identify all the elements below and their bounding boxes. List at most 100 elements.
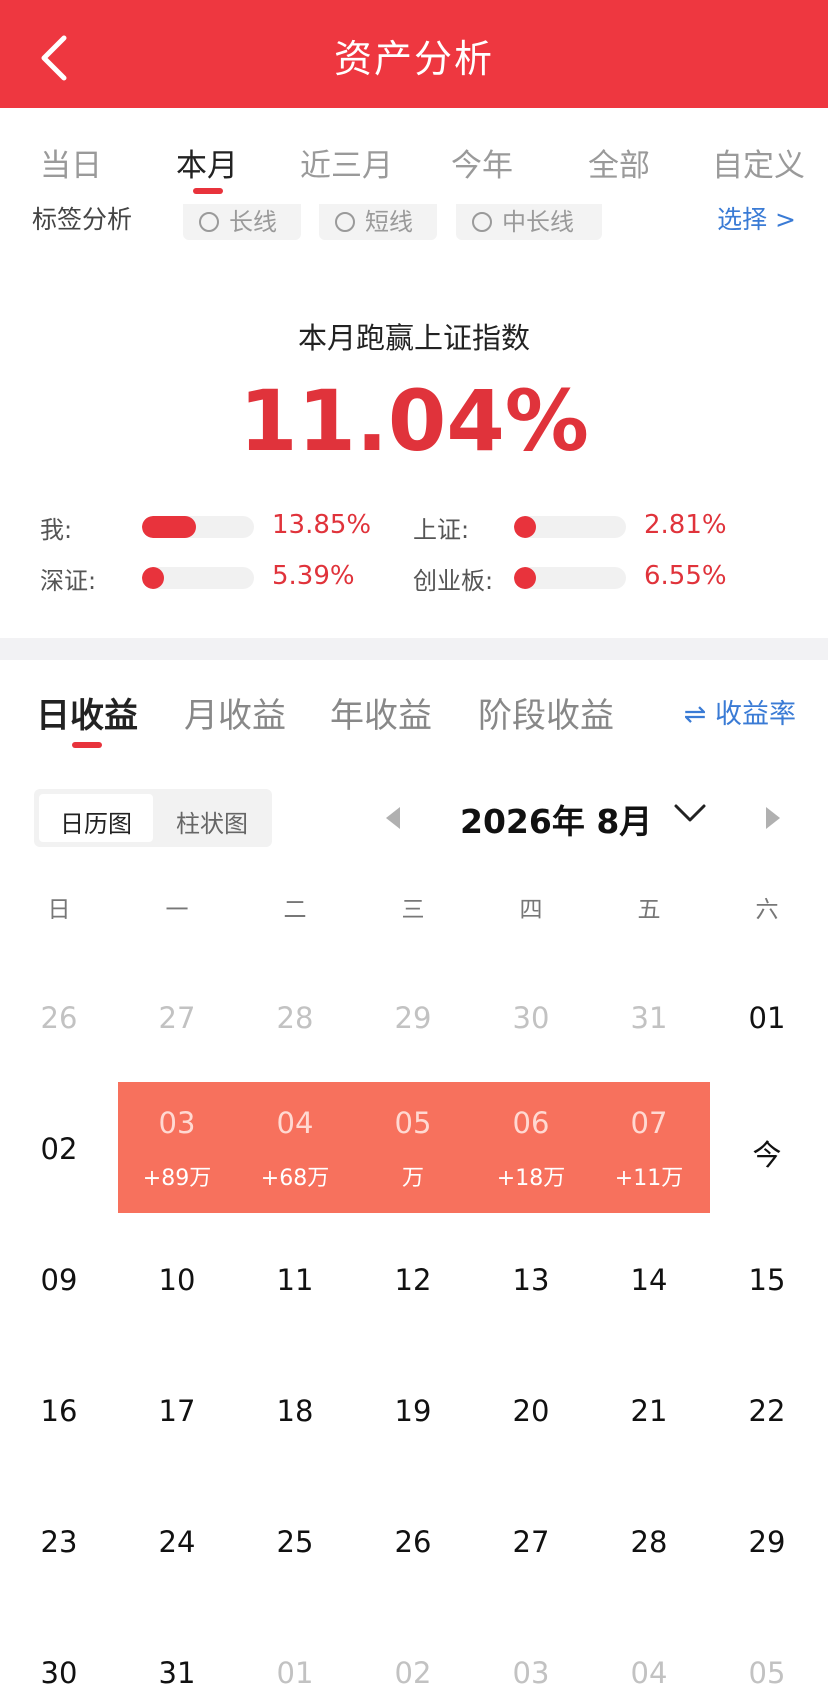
tab-three-months[interactable]: 近三月 [300, 140, 393, 185]
calendar-day[interactable]: 18 [236, 1352, 354, 1483]
calendar-day[interactable]: 21 [590, 1352, 708, 1483]
calendar-day[interactable]: 28 [590, 1483, 708, 1614]
calendar-day[interactable]: 23 [0, 1483, 118, 1614]
day-number: 05 [394, 1106, 432, 1140]
tab-this-year[interactable]: 今年 [451, 140, 513, 185]
weekday-label: 一 [165, 897, 189, 923]
calendar-view-button[interactable]: 日历图 [39, 794, 153, 842]
day-number: 30 [512, 1001, 550, 1035]
calendar-day[interactable]: 31 [590, 959, 708, 1090]
calendar-day[interactable]: 28 [236, 959, 354, 1090]
day-gain: 万 [401, 1166, 424, 1191]
calendar-day[interactable]: 30 [472, 959, 590, 1090]
comparison-bar-fill [514, 516, 536, 538]
day-number: 11 [276, 1263, 314, 1297]
tag-chip-label: 长线 [229, 208, 277, 236]
comparison-label-shanghai: 上证: [413, 516, 470, 544]
day-number: 01 [276, 1656, 314, 1690]
radio-icon [335, 212, 355, 232]
calendar-day[interactable]: 03 +89万 [118, 1090, 236, 1221]
day-number: 20 [512, 1394, 550, 1428]
calendar-day[interactable]: 14 [590, 1221, 708, 1352]
tab-custom[interactable]: 自定义 [712, 140, 805, 185]
calendar-day[interactable]: 11 [236, 1221, 354, 1352]
calendar-day[interactable]: 01 [236, 1614, 354, 1699]
calendar-day[interactable]: 09 [0, 1221, 118, 1352]
calendar-day[interactable]: 12 [354, 1221, 472, 1352]
day-number: 10 [158, 1263, 196, 1297]
comparison-bar-fill [514, 567, 536, 589]
radio-icon [472, 212, 492, 232]
bar-view-button[interactable]: 柱状图 [156, 794, 268, 842]
month-label[interactable]: 2026年 8月 [460, 795, 652, 843]
calendar-day[interactable]: 今 [708, 1090, 826, 1221]
calendar-day[interactable]: 07 +11万 [590, 1090, 708, 1221]
tab-daily-income[interactable]: 日收益 [36, 688, 138, 737]
day-number: 22 [748, 1394, 786, 1428]
calendar-day[interactable]: 27 [118, 959, 236, 1090]
calendar-day[interactable]: 16 [0, 1352, 118, 1483]
tab-all[interactable]: 全部 [588, 140, 650, 185]
chevron-down-icon[interactable] [672, 800, 708, 826]
day-number: 31 [630, 1001, 668, 1035]
calendar-day[interactable]: 27 [472, 1483, 590, 1614]
day-number: 25 [276, 1525, 314, 1559]
calendar-day[interactable]: 02 [0, 1090, 118, 1221]
day-gain: +11万 [614, 1166, 684, 1191]
day-number: 24 [158, 1525, 196, 1559]
view-toggle: 日历图 柱状图 [34, 789, 272, 847]
day-number: 28 [630, 1525, 668, 1559]
prev-month-icon[interactable] [386, 807, 400, 829]
calendar-day[interactable]: 31 [118, 1614, 236, 1699]
comparison-value-me: 13.85% [272, 510, 372, 540]
next-month-icon[interactable] [766, 807, 780, 829]
tab-yearly-income[interactable]: 年收益 [330, 688, 432, 737]
comparison-value-shanghai: 2.81% [644, 510, 727, 540]
calendar-day[interactable]: 06 +18万 [472, 1090, 590, 1221]
calendar-day[interactable]: 29 [354, 959, 472, 1090]
yield-rate-link[interactable]: ⇌ 收益率 [684, 692, 796, 731]
day-number: 06 [512, 1106, 550, 1140]
tag-chip-label: 中长线 [502, 208, 574, 236]
calendar-day[interactable]: 04 [590, 1614, 708, 1699]
tab-today[interactable]: 当日 [40, 140, 102, 185]
day-number: 02 [40, 1132, 78, 1166]
calendar-day[interactable]: 19 [354, 1352, 472, 1483]
weekday-label: 五 [637, 897, 661, 923]
calendar-day[interactable]: 29 [708, 1483, 826, 1614]
day-number: 19 [394, 1394, 432, 1428]
day-number: 31 [158, 1656, 196, 1690]
calendar-day[interactable]: 02 [354, 1614, 472, 1699]
tab-monthly-income[interactable]: 月收益 [184, 688, 286, 737]
calendar-day[interactable]: 20 [472, 1352, 590, 1483]
calendar-day[interactable]: 05 万 [354, 1090, 472, 1221]
tab-period-income[interactable]: 阶段收益 [478, 688, 614, 737]
tag-select-link[interactable]: 选择 > [717, 204, 796, 236]
calendar-day[interactable]: 05 [708, 1614, 826, 1699]
calendar-day[interactable]: 10 [118, 1221, 236, 1352]
calendar-day[interactable]: 30 [0, 1614, 118, 1699]
calendar-day[interactable]: 26 [0, 959, 118, 1090]
calendar-day[interactable]: 04 +68万 [236, 1090, 354, 1221]
day-number: 30 [40, 1656, 78, 1690]
top-nav-bar: 资产分析 [0, 0, 828, 108]
day-number: 03 [158, 1106, 196, 1140]
calendar-day[interactable]: 01 [708, 959, 826, 1090]
calendar-day[interactable]: 25 [236, 1483, 354, 1614]
calendar-day[interactable]: 17 [118, 1352, 236, 1483]
calendar-day[interactable]: 26 [354, 1483, 472, 1614]
tag-chip-short[interactable]: 短线 [319, 204, 437, 240]
calendar-day[interactable]: 22 [708, 1352, 826, 1483]
tag-chip-long[interactable]: 长线 [183, 204, 301, 240]
tag-chip-mid-long[interactable]: 中长线 [456, 204, 602, 240]
day-number: 15 [748, 1263, 786, 1297]
comparison-label-me: 我: [40, 516, 73, 544]
calendar-day[interactable]: 15 [708, 1221, 826, 1352]
day-gain: +18万 [496, 1166, 566, 1191]
tab-this-month[interactable]: 本月 [176, 140, 238, 185]
calendar-day[interactable]: 24 [118, 1483, 236, 1614]
calendar-day[interactable]: 03 [472, 1614, 590, 1699]
calendar-day[interactable]: 13 [472, 1221, 590, 1352]
weekday-label: 六 [755, 897, 779, 923]
weekday-label: 二 [283, 897, 307, 923]
